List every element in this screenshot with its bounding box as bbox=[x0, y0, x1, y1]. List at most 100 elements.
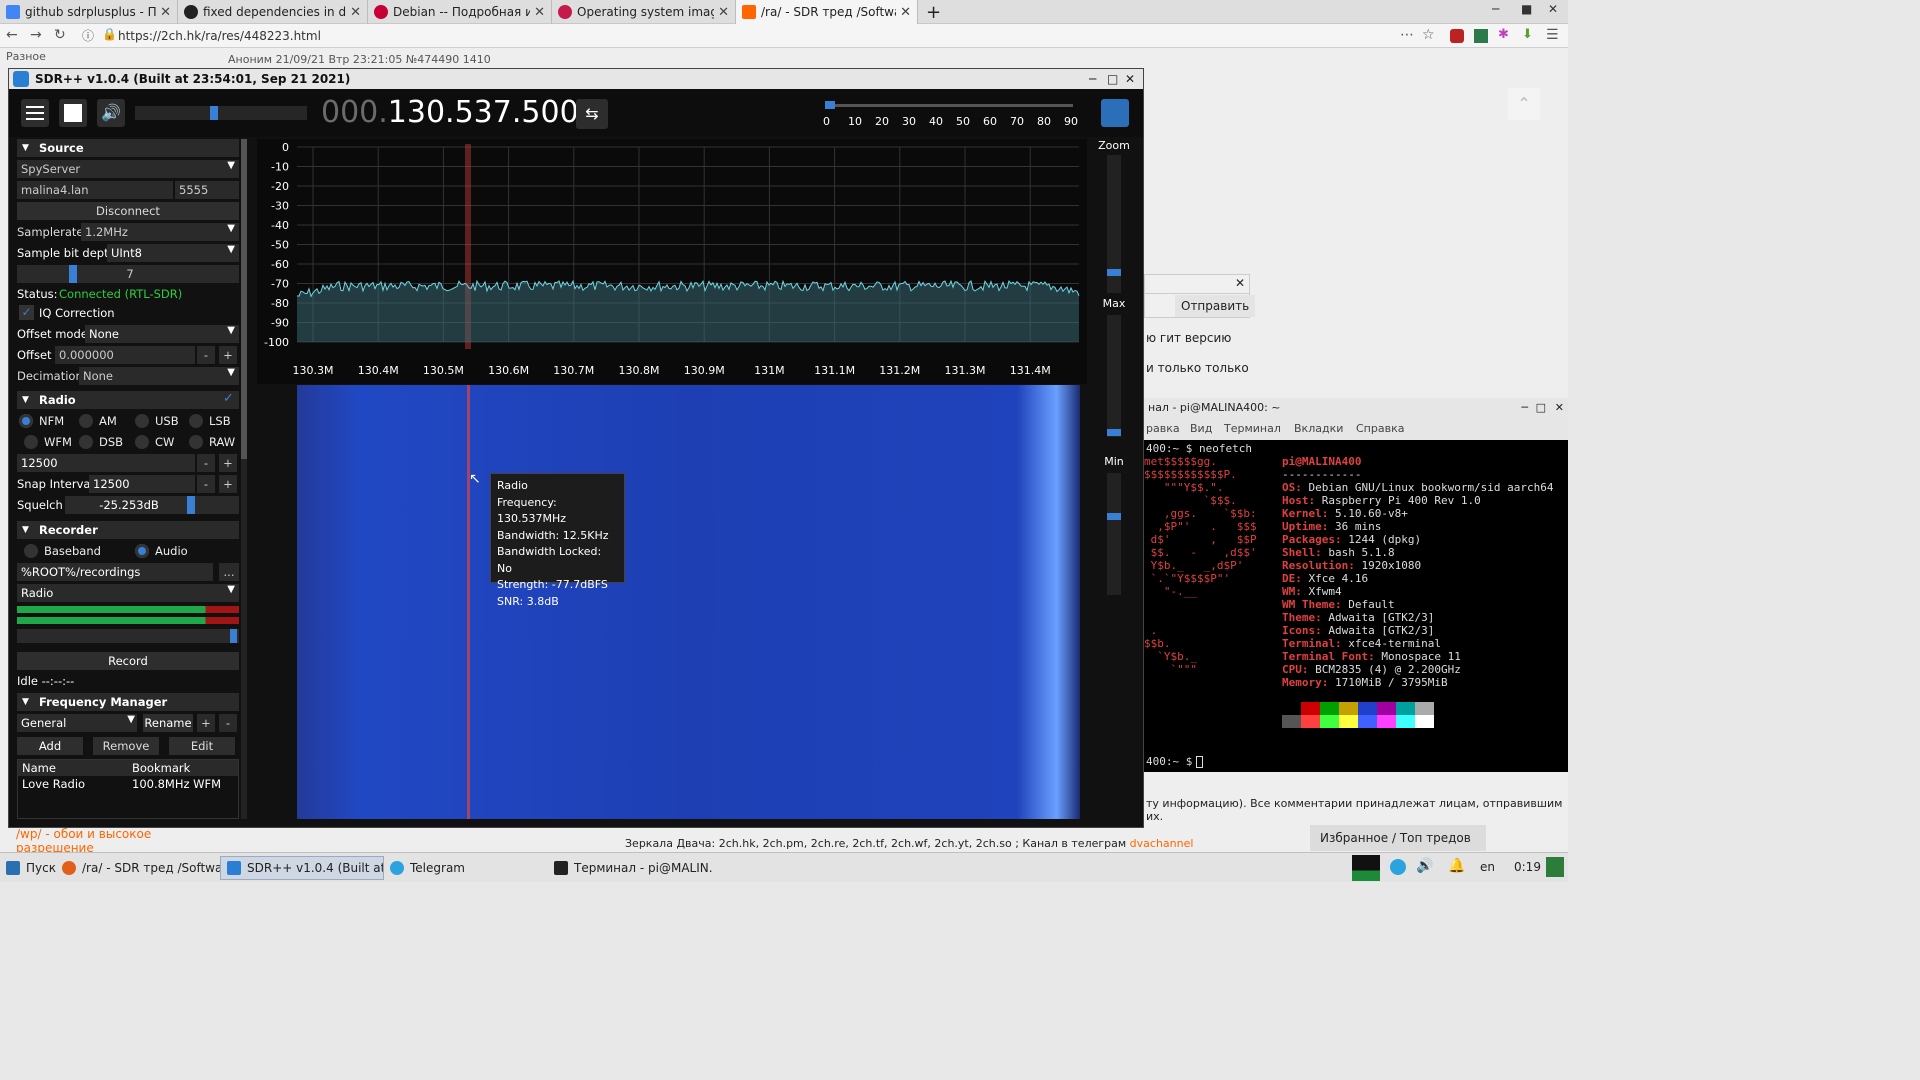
remove-list-button[interactable]: - bbox=[219, 714, 237, 732]
task-terminal[interactable]: Терминал - pi@MALIN... bbox=[548, 856, 712, 880]
wp-link[interactable]: /wp/ - обои и высокое разрешение bbox=[16, 827, 151, 855]
decrement-button[interactable]: - bbox=[197, 475, 215, 493]
add-list-button[interactable]: + bbox=[197, 714, 215, 732]
menu-edit[interactable]: равка bbox=[1146, 418, 1180, 440]
menu-view[interactable]: Вид bbox=[1190, 418, 1212, 440]
volume-icon[interactable]: 🔊 bbox=[97, 99, 125, 127]
reload-icon[interactable]: ↻ bbox=[54, 27, 66, 43]
mode-wfm[interactable]: WFM bbox=[22, 433, 72, 451]
maximize-icon[interactable]: □ bbox=[1107, 72, 1118, 86]
frequency-display[interactable]: 000.130.537.500 bbox=[321, 95, 579, 130]
decrement-button[interactable]: - bbox=[197, 346, 215, 364]
back-icon[interactable]: ← bbox=[6, 27, 18, 43]
squelch-slider[interactable]: -25.253dB bbox=[65, 496, 239, 514]
minimize-icon[interactable]: ─ bbox=[1089, 72, 1096, 86]
fm-list-select[interactable]: General bbox=[17, 714, 137, 732]
telegram-tray-icon[interactable] bbox=[1390, 859, 1406, 875]
menu-icon[interactable]: ☰ bbox=[1546, 27, 1559, 43]
rename-button[interactable]: Rename bbox=[143, 714, 193, 732]
vfo-line[interactable] bbox=[467, 385, 470, 819]
tab-github[interactable]: github sdrplusplus - Пои✕ bbox=[0, 0, 178, 24]
radio-enabled-icon[interactable]: ✓ bbox=[223, 391, 234, 406]
mode-nfm[interactable]: NFM bbox=[17, 412, 64, 430]
download-icon[interactable]: ⬇ bbox=[1522, 27, 1533, 42]
disconnect-button[interactable]: Disconnect bbox=[17, 202, 239, 220]
extension-icon[interactable] bbox=[1474, 29, 1488, 43]
info-icon[interactable]: ⓘ bbox=[82, 27, 94, 44]
mode-raw[interactable]: RAW bbox=[187, 433, 235, 451]
show-desktop-icon[interactable] bbox=[1546, 857, 1564, 877]
baseband-radio[interactable]: Baseband bbox=[22, 542, 101, 560]
close-window-icon[interactable]: ✕ bbox=[1548, 2, 1558, 16]
path-input[interactable]: %ROOT%/recordings bbox=[17, 563, 213, 581]
close-icon[interactable]: ✕ bbox=[160, 5, 171, 20]
minimize-icon[interactable]: ─ bbox=[1521, 398, 1528, 418]
mode-usb[interactable]: USB bbox=[133, 412, 179, 430]
fft-plot[interactable]: 0 -10 -20 -30 -40 -50 -60 -70 -80 -90 -100 130.3M 1… bbox=[257, 139, 1087, 384]
more-icon[interactable]: ⋯ bbox=[1400, 27, 1414, 43]
close-icon[interactable]: ✕ bbox=[350, 5, 361, 20]
bitdepth-select[interactable]: UInt8 bbox=[107, 244, 239, 262]
gain-slider[interactable]: 7 bbox=[17, 265, 239, 283]
source-header[interactable]: Source bbox=[17, 139, 239, 157]
url-field[interactable]: https://2ch.hk/ra/res/448223.html bbox=[118, 29, 321, 43]
record-button[interactable]: Record bbox=[17, 652, 239, 670]
close-icon[interactable]: ✕ bbox=[1125, 72, 1135, 86]
ublock-icon[interactable] bbox=[1450, 29, 1464, 43]
add-bookmark-button[interactable]: Add bbox=[17, 737, 83, 755]
stop-button[interactable] bbox=[59, 99, 87, 127]
task-sdrpp[interactable]: SDR++ v1.0.4 (Built at ... bbox=[220, 856, 384, 880]
decimation-select[interactable]: None bbox=[79, 367, 239, 385]
remove-bookmark-button[interactable]: Remove bbox=[93, 737, 159, 755]
increment-button[interactable]: + bbox=[219, 346, 237, 364]
mode-lsb[interactable]: LSB bbox=[187, 412, 231, 430]
source-select[interactable]: SpyServer ▼ bbox=[17, 160, 239, 178]
menu-terminal[interactable]: Терминал bbox=[1224, 418, 1281, 440]
sidebar-scrollbar[interactable] bbox=[241, 139, 247, 819]
audio-radio[interactable]: Audio bbox=[133, 542, 188, 560]
decrement-button[interactable]: - bbox=[197, 454, 215, 472]
puzzle-icon[interactable]: ✱ bbox=[1498, 27, 1509, 42]
menu-button[interactable] bbox=[21, 99, 49, 127]
maximize-icon[interactable]: □ bbox=[1536, 398, 1546, 418]
task-browser[interactable]: /ra/ - SDR тред /Softwar... bbox=[56, 856, 220, 880]
min-slider[interactable] bbox=[1107, 473, 1121, 595]
close-icon[interactable]: ✕ bbox=[1555, 398, 1564, 418]
mode-cw[interactable]: CW bbox=[133, 433, 174, 451]
task-telegram[interactable]: Telegram bbox=[384, 856, 548, 880]
sdrpp-about-icon[interactable] bbox=[1101, 99, 1129, 127]
favorites-button[interactable]: Избранное / Топ тредов bbox=[1310, 825, 1486, 851]
radio-header[interactable]: Radio bbox=[17, 391, 239, 409]
offset-input[interactable]: 0.000000 bbox=[55, 346, 195, 364]
tab-2ch[interactable]: /ra/ - SDR тред /Softwar ✕ bbox=[736, 0, 918, 24]
menu-help[interactable]: Справка bbox=[1356, 418, 1404, 440]
browse-button[interactable]: ... bbox=[219, 563, 239, 581]
forward-icon[interactable]: → bbox=[30, 27, 42, 43]
tab-debian[interactable]: Debian -- Подробная ин ✕ bbox=[368, 0, 552, 24]
freq-manager-header[interactable]: Frequency Manager bbox=[17, 693, 239, 711]
recorder-header[interactable]: Recorder bbox=[17, 521, 239, 539]
close-icon[interactable]: ✕ bbox=[534, 5, 545, 20]
iq-correction-checkbox[interactable]: ✓ IQ Correction bbox=[17, 304, 239, 322]
offset-mode-select[interactable]: None bbox=[85, 325, 239, 343]
maximize-icon[interactable]: ■ bbox=[1521, 2, 1532, 16]
tab-fixed-deps[interactable]: fixed dependencies in de ✕ bbox=[178, 0, 368, 24]
swap-icon[interactable]: ⇆ bbox=[576, 99, 608, 129]
channel-link[interactable]: dvachannel bbox=[1130, 837, 1194, 850]
edit-bookmark-button[interactable]: Edit bbox=[169, 737, 235, 755]
close-icon[interactable]: ✕ bbox=[1235, 276, 1245, 290]
scroll-top-button[interactable]: ⌃ bbox=[1508, 88, 1540, 120]
close-icon[interactable]: ✕ bbox=[900, 5, 911, 20]
zoom-slider[interactable] bbox=[1107, 155, 1121, 293]
new-tab-button[interactable]: + bbox=[920, 0, 944, 24]
mode-dsb[interactable]: DSB bbox=[77, 433, 123, 451]
minimize-icon[interactable]: ─ bbox=[1492, 2, 1499, 16]
keyboard-layout[interactable]: en bbox=[1480, 860, 1495, 874]
close-icon[interactable]: ✕ bbox=[718, 5, 729, 20]
host-input[interactable]: malina4.lan bbox=[17, 181, 173, 199]
notification-icon[interactable]: 🔔 bbox=[1448, 858, 1465, 874]
start-button[interactable]: Пуск bbox=[0, 856, 56, 880]
snap-input[interactable]: 12500 bbox=[89, 475, 195, 493]
table-row[interactable]: Love Radio 100.8MHz WFM bbox=[18, 776, 238, 792]
menu-tabs[interactable]: Вкладки bbox=[1294, 418, 1343, 440]
